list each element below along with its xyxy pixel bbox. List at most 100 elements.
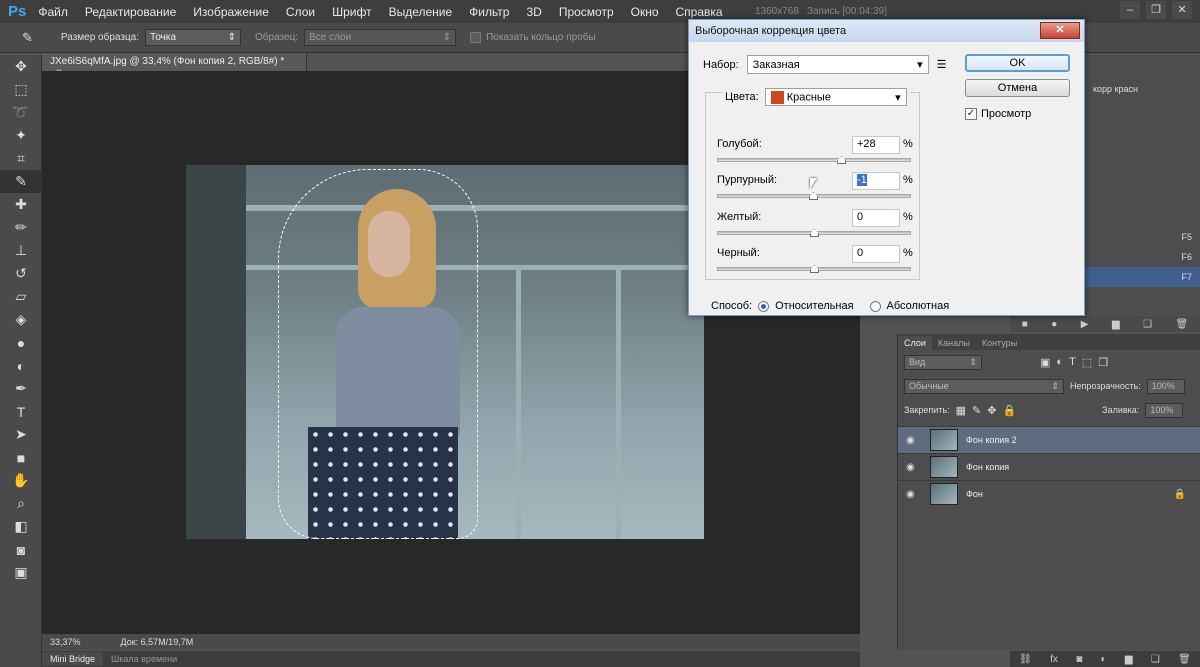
tab-timeline[interactable]: Шкала времени [103, 652, 185, 666]
tab-mini-bridge[interactable]: Mini Bridge [42, 652, 104, 666]
menu-edit[interactable]: Редактирование [85, 5, 176, 19]
action-item[interactable]: F5 [1085, 227, 1200, 247]
eye-icon[interactable]: ◉ [906, 462, 922, 473]
relative-label[interactable]: Относительная [775, 300, 853, 312]
cyan-track[interactable] [717, 158, 911, 162]
layer-name[interactable]: Фон копия 2 [966, 435, 1017, 445]
menu-select[interactable]: Выделение [389, 5, 453, 19]
smart-object-filter-icon[interactable]: ❒ [1098, 356, 1108, 369]
eyedropper-icon[interactable]: ✎ [22, 30, 33, 46]
dialog-titlebar[interactable]: Выборочная коррекция цвета ✕ [689, 20, 1084, 42]
cancel-button[interactable]: Отмена [965, 79, 1070, 97]
zoom-tool-icon[interactable]: ⌕ [0, 492, 42, 515]
type-tool-icon[interactable]: T [0, 400, 42, 423]
type-filter-icon[interactable]: T [1069, 356, 1076, 368]
menu-file[interactable]: Файл [38, 5, 68, 19]
opacity-input[interactable]: 100% [1146, 378, 1185, 394]
menu-window[interactable]: Окно [631, 5, 659, 19]
layer-name[interactable]: Фон [966, 489, 983, 499]
dodge-tool-icon[interactable]: ◐ [0, 354, 42, 377]
fx-icon[interactable]: fx [1050, 654, 1058, 665]
tab-paths[interactable]: Контуры [976, 336, 1023, 350]
eraser-tool-icon[interactable]: ▱ [0, 285, 42, 308]
minimize-icon[interactable]: – [1120, 1, 1140, 19]
move-tool-icon[interactable]: ✥ [0, 55, 42, 78]
lock-all-icon[interactable]: 🔒 [1002, 404, 1016, 417]
adjustment-icon[interactable]: ◐ [1101, 654, 1107, 665]
lock-position-icon[interactable]: ✥ [987, 404, 996, 417]
lock-transparency-icon[interactable]: ▦ [956, 404, 966, 417]
menu-image[interactable]: Изображение [193, 5, 269, 19]
fill-input[interactable]: 100% [1145, 402, 1184, 418]
tab-channels[interactable]: Каналы [932, 336, 976, 350]
menu-view[interactable]: Просмотр [559, 5, 614, 19]
eye-icon[interactable]: ◉ [906, 489, 922, 500]
screen-mode-icon[interactable]: ▣ [0, 561, 42, 584]
pen-tool-icon[interactable]: ✒ [0, 377, 42, 400]
ok-button[interactable]: OK [965, 54, 1070, 72]
brush-tool-icon[interactable]: ✏ [0, 216, 42, 239]
layer-row[interactable]: ◉ Фон копия [898, 453, 1200, 480]
cyan-input[interactable]: +28 [852, 136, 900, 154]
document-tab[interactable]: JXe6iS6qMfA.jpg @ 33,4% (Фон копия 2, RG… [42, 53, 307, 78]
eye-icon[interactable]: ◉ [906, 435, 922, 446]
link-icon[interactable]: ⛓ [1019, 654, 1032, 665]
relative-radio[interactable] [758, 300, 770, 312]
quick-mask-icon[interactable]: ◙ [0, 538, 42, 561]
kind-filter-select[interactable]: Вид ⇕ [904, 354, 982, 370]
path-selection-icon[interactable]: ➤ [0, 423, 42, 446]
healing-brush-icon[interactable]: ✚ [0, 193, 42, 216]
black-input[interactable]: 0 [852, 245, 900, 263]
lasso-tool-icon[interactable]: ➰ [0, 101, 42, 124]
absolute-label[interactable]: Абсолютная [887, 300, 950, 312]
trash-icon[interactable]: 🗑 [1176, 319, 1189, 330]
stop-icon[interactable]: ■ [1022, 319, 1028, 330]
adjustment-filter-icon[interactable]: ◐ [1056, 356, 1063, 368]
action-item[interactable]: корр красн [1085, 79, 1200, 99]
dialog-close-button[interactable]: ✕ [1040, 22, 1080, 39]
paint-bucket-icon[interactable]: ◈ [0, 308, 42, 331]
rectangle-tool-icon[interactable]: ■ [0, 446, 42, 469]
action-item[interactable]: F6 [1085, 247, 1200, 267]
colors-select[interactable]: Красные ▾ [764, 88, 907, 106]
delete-layer-icon[interactable]: 🗑 [1178, 654, 1191, 665]
action-item-selected[interactable]: F7 [1085, 267, 1200, 287]
history-brush-icon[interactable]: ↺ [0, 262, 42, 285]
menu-filter[interactable]: Фильтр [469, 5, 509, 19]
show-ring-checkbox[interactable] [470, 32, 482, 43]
crop-tool-icon[interactable]: ⌗ [0, 147, 42, 170]
image-filter-icon[interactable]: ▣ [1040, 356, 1050, 369]
layer-row[interactable]: ◉ Фон копия 2 [898, 426, 1200, 453]
tab-layers[interactable]: Слои [898, 336, 932, 350]
sample-select[interactable]: Все слои ⇕ [304, 29, 457, 46]
mask-icon[interactable]: ◙ [1076, 654, 1082, 665]
new-icon[interactable]: ❏ [1143, 319, 1152, 330]
folder-icon[interactable]: ▆ [1112, 319, 1120, 330]
document-image[interactable] [186, 165, 704, 539]
magic-wand-icon[interactable]: ✦ [0, 124, 42, 147]
close-icon[interactable]: ✕ [1172, 1, 1192, 19]
sample-size-select[interactable]: Точка ⇕ [145, 29, 242, 46]
shape-filter-icon[interactable]: ⬚ [1082, 356, 1092, 369]
menu-layers[interactable]: Слои [286, 5, 315, 19]
lock-pixels-icon[interactable]: ✎ [972, 404, 981, 417]
blur-tool-icon[interactable]: ● [0, 331, 42, 354]
zoom-value[interactable]: 33,37% [50, 637, 81, 647]
eyedropper-tool-icon[interactable]: ✎ [0, 170, 42, 193]
preset-select[interactable]: Заказная ▾ [746, 55, 929, 74]
absolute-radio[interactable] [869, 300, 881, 312]
hand-tool-icon[interactable]: ✋ [0, 469, 42, 492]
group-icon[interactable]: ▆ [1125, 654, 1133, 665]
record-icon[interactable]: ● [1051, 319, 1057, 330]
restore-icon[interactable]: ❐ [1146, 1, 1166, 19]
magenta-input[interactable]: -1 [852, 172, 900, 190]
stamp-tool-icon[interactable]: ⊥ [0, 239, 42, 262]
blend-mode-select[interactable]: Обычные ⇕ [904, 378, 1064, 394]
preset-options-icon[interactable]: ☰ [937, 58, 947, 71]
preview-checkbox[interactable]: ✓ [965, 108, 977, 120]
layer-row[interactable]: ◉ Фон 🔒 [898, 480, 1200, 507]
marquee-tool-icon[interactable]: ⬚ [0, 78, 42, 101]
menu-help[interactable]: Справка [676, 5, 723, 19]
color-swatches-icon[interactable]: ◧ [0, 515, 42, 538]
yellow-input[interactable]: 0 [852, 209, 900, 227]
